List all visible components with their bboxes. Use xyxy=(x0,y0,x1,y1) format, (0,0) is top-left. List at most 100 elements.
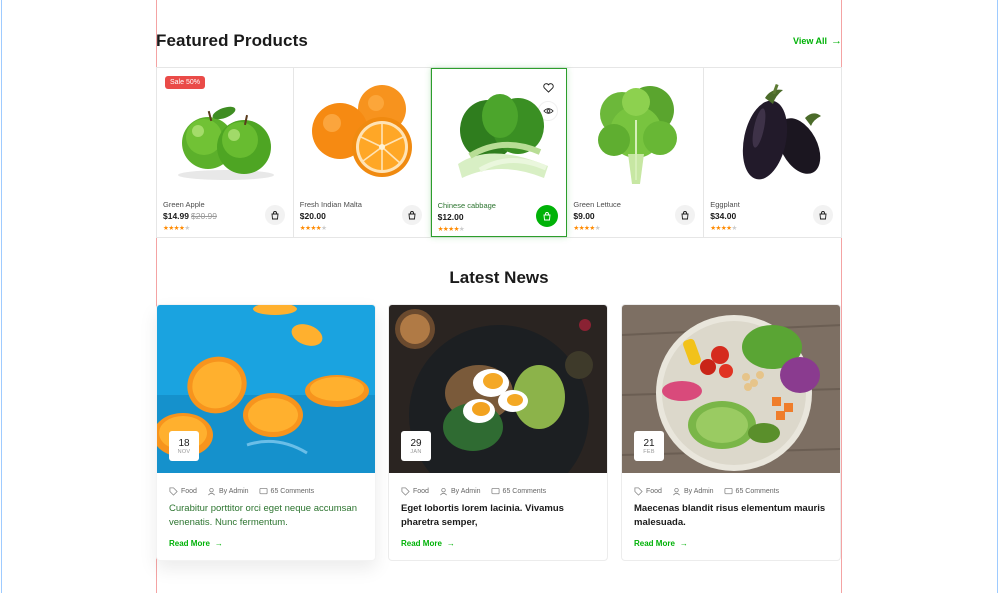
price-old: $20.99 xyxy=(191,211,217,221)
layout-guide-right xyxy=(997,0,998,593)
add-to-cart-button[interactable] xyxy=(812,205,833,225)
rating-stars: ★★★★★ xyxy=(299,225,327,232)
user-icon xyxy=(440,487,447,496)
read-more-label: Read More xyxy=(169,539,210,548)
comment-icon xyxy=(724,487,733,495)
product-card[interactable]: Green Lettuce $9.00 ★★★★★ xyxy=(567,68,705,237)
post-comments[interactable]: 65 Comments xyxy=(491,487,547,496)
date-day: 29 xyxy=(410,437,422,449)
post-headline[interactable]: Eget lobortis lorem lacinia. Vivamus pha… xyxy=(401,502,601,530)
post-headline[interactable]: Curabitur porttitor orci eget neque accu… xyxy=(169,502,369,530)
product-image-green-lettuce[interactable] xyxy=(567,74,704,196)
product-card[interactable]: Eggplant $34.00 ★★★★★ xyxy=(704,68,841,237)
news-card[interactable]: 18 NOV Food By Admin 65 Comments Curabit… xyxy=(156,304,376,561)
post-tag[interactable]: Food xyxy=(634,487,662,496)
bag-icon xyxy=(819,211,827,220)
post-meta: Food By Admin 65 Comments xyxy=(169,487,314,496)
product-price: $20.00 xyxy=(299,211,326,221)
rating-stars: ★★★★★ xyxy=(163,225,190,232)
add-to-cart-button[interactable] xyxy=(264,205,285,225)
arrow-right-icon: → xyxy=(446,539,455,548)
date-month: JAN xyxy=(410,448,422,455)
arrow-right-icon: → xyxy=(831,35,842,47)
product-image-chinese-cabbage[interactable] xyxy=(432,75,569,197)
post-date-badge: 21 FEB xyxy=(634,431,664,461)
product-image-eggplant[interactable] xyxy=(704,74,841,196)
product-price: $34.00 xyxy=(710,211,737,221)
product-image-orange[interactable] xyxy=(294,74,431,196)
post-comments[interactable]: 65 Comments xyxy=(724,487,780,496)
product-price: $9.00 xyxy=(573,211,595,221)
date-day: 18 xyxy=(178,437,190,449)
read-more-link[interactable]: Read More → xyxy=(401,539,455,548)
layout-guide-left xyxy=(1,0,2,593)
news-image-veggie-bowl[interactable]: 21 FEB xyxy=(622,305,840,473)
post-tag[interactable]: Food xyxy=(169,487,197,496)
post-meta: Food By Admin 65 Comments xyxy=(401,487,546,496)
view-all-label: View All xyxy=(792,36,827,46)
bag-icon xyxy=(543,212,551,221)
post-date-badge: 29 JAN xyxy=(401,431,431,461)
comment-icon xyxy=(259,487,268,495)
post-author[interactable]: By Admin xyxy=(207,487,249,496)
author-label: By Admin xyxy=(450,488,481,495)
post-author[interactable]: By Admin xyxy=(672,487,714,496)
news-card[interactable]: 29 JAN Food By Admin 65 Comments Eget lo… xyxy=(388,304,608,561)
product-card-active[interactable]: Chinese cabbage $12.00 ★★★★★ xyxy=(430,68,569,237)
read-more-link[interactable]: Read More → xyxy=(169,539,223,548)
tag-label: Food xyxy=(181,488,197,495)
add-to-cart-button[interactable] xyxy=(675,205,696,225)
product-grid: Sale 50% Green Apple $14.99 $20.99 ★★★★★… xyxy=(156,67,842,238)
news-image-salad-eggs[interactable]: 29 JAN xyxy=(389,305,607,473)
tag-icon xyxy=(169,487,178,496)
rating-stars: ★★★★★ xyxy=(710,225,737,232)
comments-label: 65 Comments xyxy=(270,488,315,495)
post-headline[interactable]: Maecenas blandit risus elementum mauris … xyxy=(634,502,834,530)
product-name[interactable]: Chinese cabbage xyxy=(438,201,496,210)
post-author[interactable]: By Admin xyxy=(439,487,481,496)
product-name[interactable]: Green Apple xyxy=(163,200,205,209)
price-current: $14.99 xyxy=(163,211,189,221)
product-name[interactable]: Fresh Indian Malta xyxy=(300,200,362,209)
latest-news-title: Latest News xyxy=(449,268,549,287)
news-image-oranges[interactable]: 18 NOV xyxy=(157,305,375,473)
post-tag[interactable]: Food xyxy=(401,487,429,496)
rating-stars: ★★★★★ xyxy=(437,226,465,233)
rating-stars: ★★★★★ xyxy=(573,225,601,232)
news-card[interactable]: 21 FEB Food By Admin 65 Comments Maecena… xyxy=(621,304,841,561)
author-label: By Admin xyxy=(218,488,249,495)
comments-label: 65 Comments xyxy=(735,488,780,495)
product-price: $14.99 $20.99 xyxy=(163,211,217,221)
featured-products-title: Featured Products xyxy=(156,31,308,50)
post-comments[interactable]: 65 Comments xyxy=(259,487,315,496)
add-to-cart-button[interactable] xyxy=(536,205,559,227)
read-more-label: Read More xyxy=(401,539,442,548)
comments-label: 65 Comments xyxy=(502,488,547,495)
tag-icon xyxy=(401,487,410,496)
date-month: FEB xyxy=(643,448,655,455)
sale-badge: Sale 50% xyxy=(165,76,205,89)
post-date-badge: 18 NOV xyxy=(169,431,199,461)
add-to-cart-button[interactable] xyxy=(401,205,422,225)
post-meta: Food By Admin 65 Comments xyxy=(634,487,779,496)
product-card[interactable]: Fresh Indian Malta $20.00 ★★★★★ xyxy=(293,68,431,237)
comment-icon xyxy=(491,487,500,495)
date-day: 21 xyxy=(643,437,655,449)
product-name[interactable]: Eggplant xyxy=(710,200,740,209)
product-name[interactable]: Green Lettuce xyxy=(573,200,621,209)
user-icon xyxy=(673,487,680,496)
tag-label: Food xyxy=(646,488,662,495)
arrow-right-icon: → xyxy=(214,539,223,548)
bag-icon xyxy=(271,211,279,220)
tag-icon xyxy=(634,487,643,496)
product-image-green-apple[interactable] xyxy=(157,74,294,196)
read-more-link[interactable]: Read More → xyxy=(634,539,688,548)
bag-icon xyxy=(681,211,689,220)
view-all-link[interactable]: View All → xyxy=(793,35,842,47)
product-price: $12.00 xyxy=(437,212,464,222)
author-label: By Admin xyxy=(683,488,714,495)
tag-label: Food xyxy=(413,488,429,495)
arrow-right-icon: → xyxy=(679,539,688,548)
date-month: NOV xyxy=(177,448,191,455)
product-card[interactable]: Sale 50% Green Apple $14.99 $20.99 ★★★★★ xyxy=(157,68,294,237)
